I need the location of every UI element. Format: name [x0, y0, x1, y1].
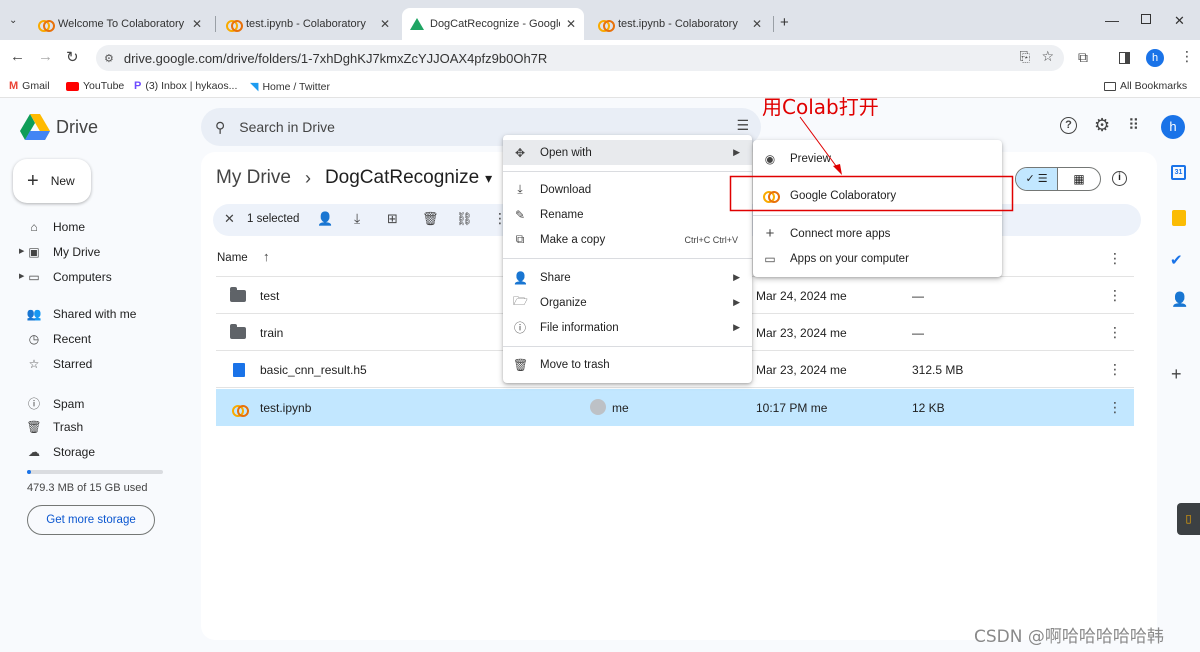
annotation-overlay	[729, 116, 1014, 212]
annotation-arrow-line	[799, 116, 840, 171]
annotation-highlight-box	[729, 175, 1014, 212]
watermark: CSDN @啊哈哈哈哈哈韩	[974, 627, 1164, 647]
annotation-arrow-head	[833, 164, 842, 175]
